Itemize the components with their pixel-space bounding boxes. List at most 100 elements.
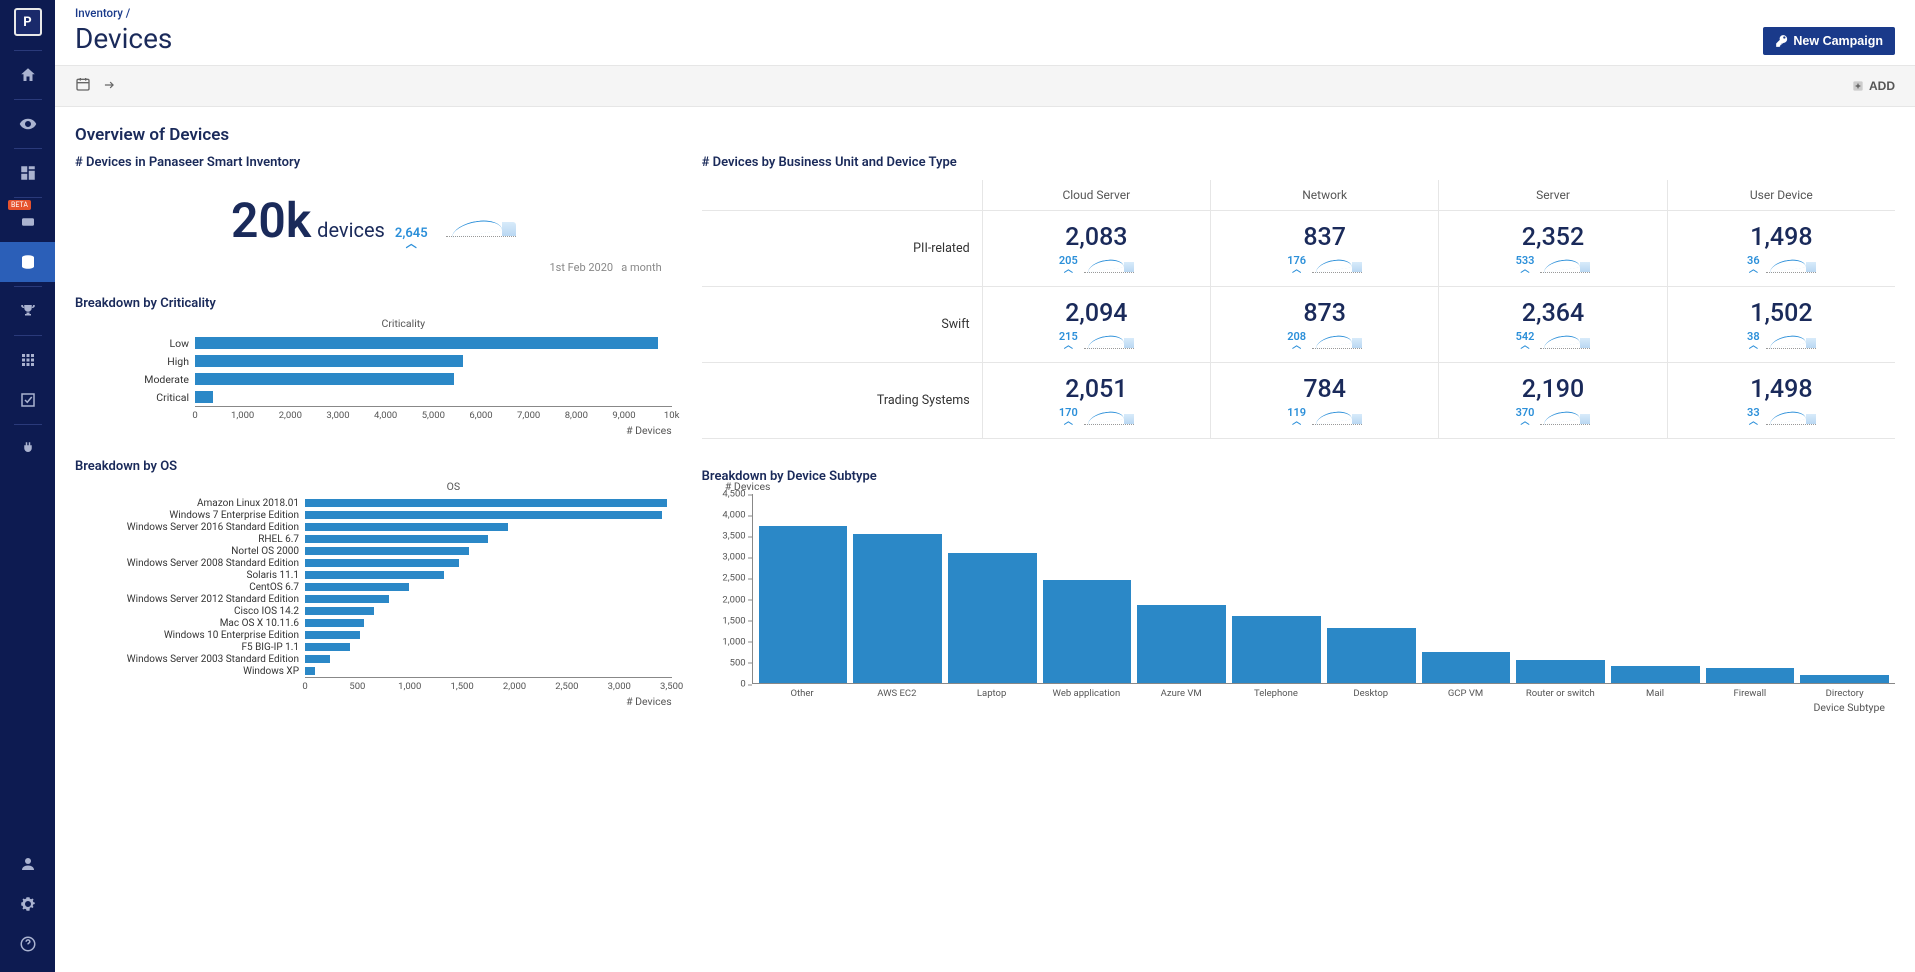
nav-trophy[interactable] xyxy=(0,291,55,331)
chart-bar: Low xyxy=(75,334,672,352)
kpi-unit: devices xyxy=(317,218,385,242)
chart-bar: RHEL 6.7 xyxy=(75,533,672,545)
column-header: Cloud Server xyxy=(982,180,1210,210)
nav-beta[interactable] xyxy=(0,202,55,242)
kpi-cell: 2,352533︿ xyxy=(1438,211,1666,286)
row-label: PII-related xyxy=(702,211,982,286)
axis-tick: 10k xyxy=(664,410,680,421)
nav-grid[interactable] xyxy=(0,340,55,380)
nav-home[interactable] xyxy=(0,55,55,95)
criticality-chart: LowHighModerateCritical01,0002,0003,0004… xyxy=(75,334,672,437)
bar-label: Moderate xyxy=(75,373,195,386)
os-chart: Amazon Linux 2018.01Windows 7 Enterprise… xyxy=(75,497,672,708)
logo: P xyxy=(14,8,42,36)
kpi-cell: 2,364542︿ xyxy=(1438,287,1666,362)
caret-up-icon: ︿ xyxy=(1749,266,1758,275)
cell-value: 1,498 xyxy=(1672,375,1891,404)
nav-dashboard[interactable] xyxy=(0,153,55,193)
x-axis-label: # Devices xyxy=(75,695,672,708)
axis-tick: 0 xyxy=(740,679,745,690)
sparkline xyxy=(1084,257,1134,273)
sparkline xyxy=(1084,333,1134,349)
bar-label: High xyxy=(75,355,195,368)
add-label: ADD xyxy=(1869,79,1895,93)
axis-tick: 500 xyxy=(349,681,365,692)
chart-bar xyxy=(1611,666,1700,683)
nav-bottom xyxy=(0,844,55,964)
axis-tick: Web application xyxy=(1042,688,1131,699)
chart-bar xyxy=(948,553,1037,683)
caret-up-icon: ︿ xyxy=(1292,418,1301,427)
cell-delta: 176︿ xyxy=(1287,255,1306,275)
new-campaign-button[interactable]: New Campaign xyxy=(1763,27,1895,55)
axis-tick: Laptop xyxy=(947,688,1036,699)
bar-label: Cisco IOS 14.2 xyxy=(75,606,305,617)
axis-tick: 1,000 xyxy=(231,410,254,421)
bu-title: # Devices by Business Unit and Device Ty… xyxy=(702,155,1895,170)
cell-value: 1,498 xyxy=(1672,223,1891,252)
axis-tick: 8,000 xyxy=(565,410,588,421)
axis-tick: Other xyxy=(758,688,847,699)
cell-value: 2,364 xyxy=(1443,299,1662,328)
cell-value: 1,502 xyxy=(1672,299,1891,328)
arrow-right-icon[interactable] xyxy=(101,77,117,96)
sparkline xyxy=(1540,409,1590,425)
axis-tick: 2,000 xyxy=(503,681,526,692)
nav-visibility[interactable] xyxy=(0,104,55,144)
bu-table: Cloud ServerNetworkServerUser DevicePII-… xyxy=(702,180,1895,439)
chart-bar: Windows Server 2008 Standard Edition xyxy=(75,557,672,569)
calendar-icon[interactable] xyxy=(75,76,91,96)
sparkline xyxy=(1540,257,1590,273)
cell-delta: 119︿ xyxy=(1287,407,1306,427)
nav-inventory[interactable] xyxy=(0,242,55,282)
table-row: PII-related2,083205︿837176︿2,352533︿1,49… xyxy=(702,211,1895,287)
kpi-cell: 1,49833︿ xyxy=(1667,363,1895,438)
kpi-cell: 2,083205︿ xyxy=(982,211,1210,286)
kpi-meta: 1st Feb 2020 a month xyxy=(75,261,672,274)
cell-delta: 370︿ xyxy=(1516,407,1535,427)
chart-bar xyxy=(1043,580,1132,683)
bar-label: Windows Server 2008 Standard Edition xyxy=(75,558,305,569)
axis-tick: 6,000 xyxy=(469,410,492,421)
axis-tick: Desktop xyxy=(1326,688,1415,699)
sparkline xyxy=(446,215,516,237)
nav-check[interactable] xyxy=(0,380,55,420)
nav-settings[interactable] xyxy=(0,884,55,924)
chart-bar: Amazon Linux 2018.01 xyxy=(75,497,672,509)
criticality-title: Breakdown by Criticality xyxy=(75,296,672,311)
axis-tick: 5,000 xyxy=(422,410,445,421)
chart-bar: Mac OS X 10.11.6 xyxy=(75,617,672,629)
sparkline xyxy=(1766,333,1816,349)
chart-bar: Windows Server 2016 Standard Edition xyxy=(75,521,672,533)
axis-tick: Router or switch xyxy=(1516,688,1605,699)
kpi-value: 20k xyxy=(231,192,311,249)
table-row: Trading Systems2,051170︿784119︿2,190370︿… xyxy=(702,363,1895,439)
kpi-cell: 2,190 370︿ xyxy=(1438,363,1666,438)
axis-tick: Mail xyxy=(1611,688,1700,699)
nav-plug[interactable] xyxy=(0,429,55,469)
add-button[interactable]: ADD xyxy=(1851,79,1895,93)
axis-tick: 1,000 xyxy=(398,681,421,692)
bar-label: RHEL 6.7 xyxy=(75,534,305,545)
chart-bar xyxy=(1516,660,1605,683)
page-title: Devices xyxy=(75,22,172,55)
new-campaign-label: New Campaign xyxy=(1793,34,1883,48)
toolbar: ADD xyxy=(55,66,1915,107)
axis-tick: 2,000 xyxy=(722,594,745,605)
nav-user[interactable] xyxy=(0,844,55,884)
row-label: Trading Systems xyxy=(702,363,982,438)
chart-bar: Cisco IOS 14.2 xyxy=(75,605,672,617)
cell-value: 2,094 xyxy=(987,299,1206,328)
cell-value: 2,190 xyxy=(1443,375,1662,404)
sparkline xyxy=(1766,409,1816,425)
axis-tick: 2,500 xyxy=(555,681,578,692)
axis-tick: AWS EC2 xyxy=(852,688,941,699)
bar-label: Nortel OS 2000 xyxy=(75,546,305,557)
nav-help[interactable] xyxy=(0,924,55,964)
chart-bar: Windows XP xyxy=(75,665,672,677)
axis-tick: Azure VM xyxy=(1137,688,1226,699)
cell-delta: 208︿ xyxy=(1287,331,1306,351)
axis-tick: Directory xyxy=(1800,688,1889,699)
breadcrumb[interactable]: Inventory / xyxy=(75,6,172,20)
chart-bar: Windows Server 2012 Standard Edition xyxy=(75,593,672,605)
